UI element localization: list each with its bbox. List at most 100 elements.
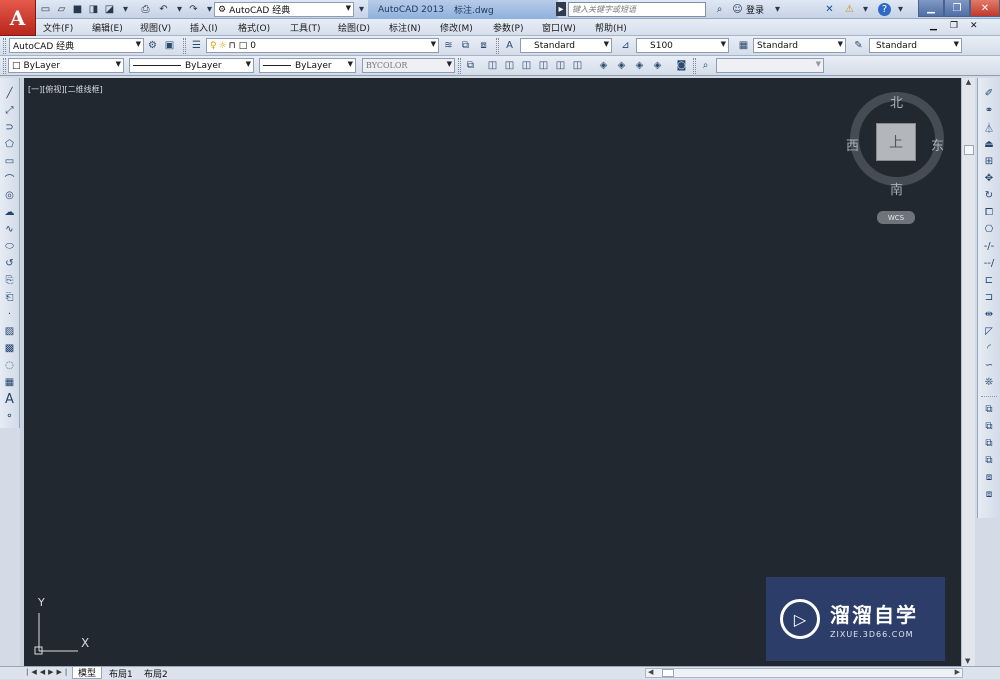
sw-iso-view-icon[interactable]: ◈ (596, 58, 611, 73)
scroll-up-icon[interactable]: ▲ (962, 78, 975, 86)
offset-icon[interactable]: ⏏ (981, 136, 997, 152)
linetype-select[interactable]: ByLayer ▼ (129, 58, 254, 73)
chamfer-icon[interactable]: ◸ (981, 323, 997, 339)
gradient-icon[interactable]: ▩ (2, 340, 18, 356)
left-view-icon[interactable]: ◫ (519, 58, 534, 73)
menu-parametric[interactable]: 参数(P) (493, 21, 523, 34)
draw-order-back-icon[interactable]: ⧉ (981, 418, 997, 434)
join-icon[interactable]: ⇹ (981, 306, 997, 322)
workspace-select[interactable]: AutoCAD 经典 ▼ (9, 38, 144, 53)
mirror-icon[interactable]: ⏃ (981, 119, 997, 135)
application-menu-button[interactable]: A (0, 0, 36, 36)
save-icon[interactable]: ■ (70, 2, 85, 16)
autodesk-360-icon[interactable]: ⚠ (842, 2, 857, 16)
break-icon[interactable]: ⊐ (981, 289, 997, 305)
workspace-save-icon[interactable]: ▣ (162, 38, 177, 53)
revision-cloud-icon[interactable]: ☁ (2, 204, 18, 220)
stretch-icon[interactable]: ⎔ (981, 221, 997, 237)
explode-icon[interactable]: ❊ (981, 374, 997, 390)
exchange-icon[interactable]: ✕ (822, 2, 837, 16)
help-dropdown-icon[interactable]: ▾ (893, 2, 908, 16)
tab-model[interactable]: 模型 (72, 667, 103, 679)
viewcube-south[interactable]: 南 (890, 179, 903, 198)
circle-icon[interactable]: ◎ (2, 187, 18, 203)
toolbar-grip[interactable] (693, 58, 696, 74)
lineweight-select[interactable]: ByLayer ▼ (259, 58, 356, 73)
toolbar-grip[interactable] (458, 58, 461, 74)
restore-button[interactable]: ❐ (944, 0, 970, 17)
top-view-icon[interactable]: ◫ (485, 58, 500, 73)
menu-draw[interactable]: 绘图(D) (338, 21, 370, 34)
add-selected-icon[interactable]: ⚬ (2, 408, 18, 424)
draw-order-under-icon[interactable]: ⧉ (981, 452, 997, 468)
help-icon[interactable]: ? (878, 3, 891, 16)
tab-layout-1[interactable]: 布局1 (104, 667, 138, 680)
h-scroll-thumb[interactable] (662, 669, 674, 677)
tab-nav-arrows-icon[interactable]: |◀◀▶▶| (26, 668, 70, 676)
table-icon[interactable]: ▦ (2, 374, 18, 390)
copy-icon[interactable]: ⚭ (981, 102, 997, 118)
new-file-icon[interactable]: ▭ (38, 2, 53, 16)
viewcube-east[interactable]: 东 (931, 135, 944, 154)
toolbar-grip[interactable] (496, 38, 499, 54)
menu-dropdown-icon[interactable]: ▾ (858, 2, 873, 16)
login-link[interactable]: 登录 (746, 3, 764, 16)
toolbar-grip[interactable] (3, 58, 6, 74)
multileader-style-select[interactable]: Standard ▼ (869, 38, 962, 53)
layer-select[interactable]: ♀ ☼ ⊓ □ 0 ▼ (206, 38, 439, 53)
camera-icon[interactable]: ◙ (674, 58, 689, 73)
user-icon[interactable]: ☺ (730, 2, 745, 16)
menu-help[interactable]: 帮助(H) (595, 21, 627, 34)
scroll-thumb[interactable] (963, 145, 974, 155)
table-style-select[interactable]: Standard ▼ (753, 38, 846, 53)
doc-minimize-button[interactable]: ▁ (930, 21, 937, 31)
plot-icon[interactable]: ⎙ (138, 2, 153, 16)
menu-format[interactable]: 格式(O) (238, 21, 270, 34)
binoculars-icon[interactable]: ⌕ (712, 2, 727, 16)
array-icon[interactable]: ⊞ (981, 153, 997, 169)
minimize-button[interactable]: ▁ (918, 0, 944, 17)
viewcube-north[interactable]: 北 (890, 92, 903, 111)
ellipse-arc-icon[interactable]: ↺ (2, 255, 18, 271)
customize-qa-icon[interactable]: ▾ (354, 2, 369, 16)
fillet-icon[interactable]: ◜ (981, 340, 997, 356)
hatch-to-back-icon[interactable]: ⧈ (981, 486, 997, 502)
dim-style-icon[interactable]: ⊿ (618, 38, 633, 53)
undo-icon[interactable]: ↶ (156, 2, 171, 16)
back-view-icon[interactable]: ◫ (570, 58, 585, 73)
doc-restore-button[interactable]: ❐ (950, 21, 958, 31)
point-icon[interactable]: · (2, 306, 18, 322)
rotate-icon[interactable]: ↻ (981, 187, 997, 203)
scale-icon[interactable]: ⧠ (981, 204, 997, 220)
menu-tools[interactable]: 工具(T) (290, 21, 321, 34)
horizontal-scrollbar[interactable]: ◀ ▶ (645, 668, 963, 678)
blend-curves-icon[interactable]: ∽ (981, 357, 997, 373)
make-block-icon[interactable]: ⎗ (2, 289, 18, 305)
move-icon[interactable]: ✥ (981, 170, 997, 186)
workspace-combo[interactable]: ⚙ AutoCAD 经典 ▼ (214, 2, 354, 17)
menu-view[interactable]: 视图(V) (140, 21, 171, 34)
ne-iso-view-icon[interactable]: ◈ (632, 58, 647, 73)
viewcube-west[interactable]: 西 (846, 135, 859, 154)
dropdown-arrow-icon[interactable]: ▾ (118, 2, 133, 16)
wcs-menu[interactable]: WCS (877, 211, 915, 224)
menu-insert[interactable]: 插入(I) (190, 21, 218, 34)
scroll-left-icon[interactable]: ◀ (648, 668, 653, 676)
nw-iso-view-icon[interactable]: ◈ (650, 58, 665, 73)
make-current-layer-icon[interactable]: ≋ (441, 38, 456, 53)
polygon-icon[interactable]: ⬠ (2, 136, 18, 152)
dim-style-select[interactable]: S100 ▼ (636, 38, 729, 53)
polyline-icon[interactable]: ⊃ (2, 119, 18, 135)
multiline-text-icon[interactable]: A (2, 391, 18, 407)
login-dropdown-icon[interactable]: ▾ (770, 2, 785, 16)
multileader-style-icon[interactable]: ✎ (851, 38, 866, 53)
construction-line-icon[interactable]: ⤢ (2, 102, 18, 118)
menu-modify[interactable]: 修改(M) (440, 21, 473, 34)
layer-previous-icon[interactable]: ⧉ (458, 38, 473, 53)
ellipse-icon[interactable]: ⬭ (2, 238, 18, 254)
undo-dropdown-icon[interactable]: ▾ (172, 2, 187, 16)
redo-icon[interactable]: ↷ (186, 2, 201, 16)
hatch-icon[interactable]: ▨ (2, 323, 18, 339)
publish-icon[interactable]: ◪ (102, 2, 117, 16)
save-as-icon[interactable]: ◨ (86, 2, 101, 16)
